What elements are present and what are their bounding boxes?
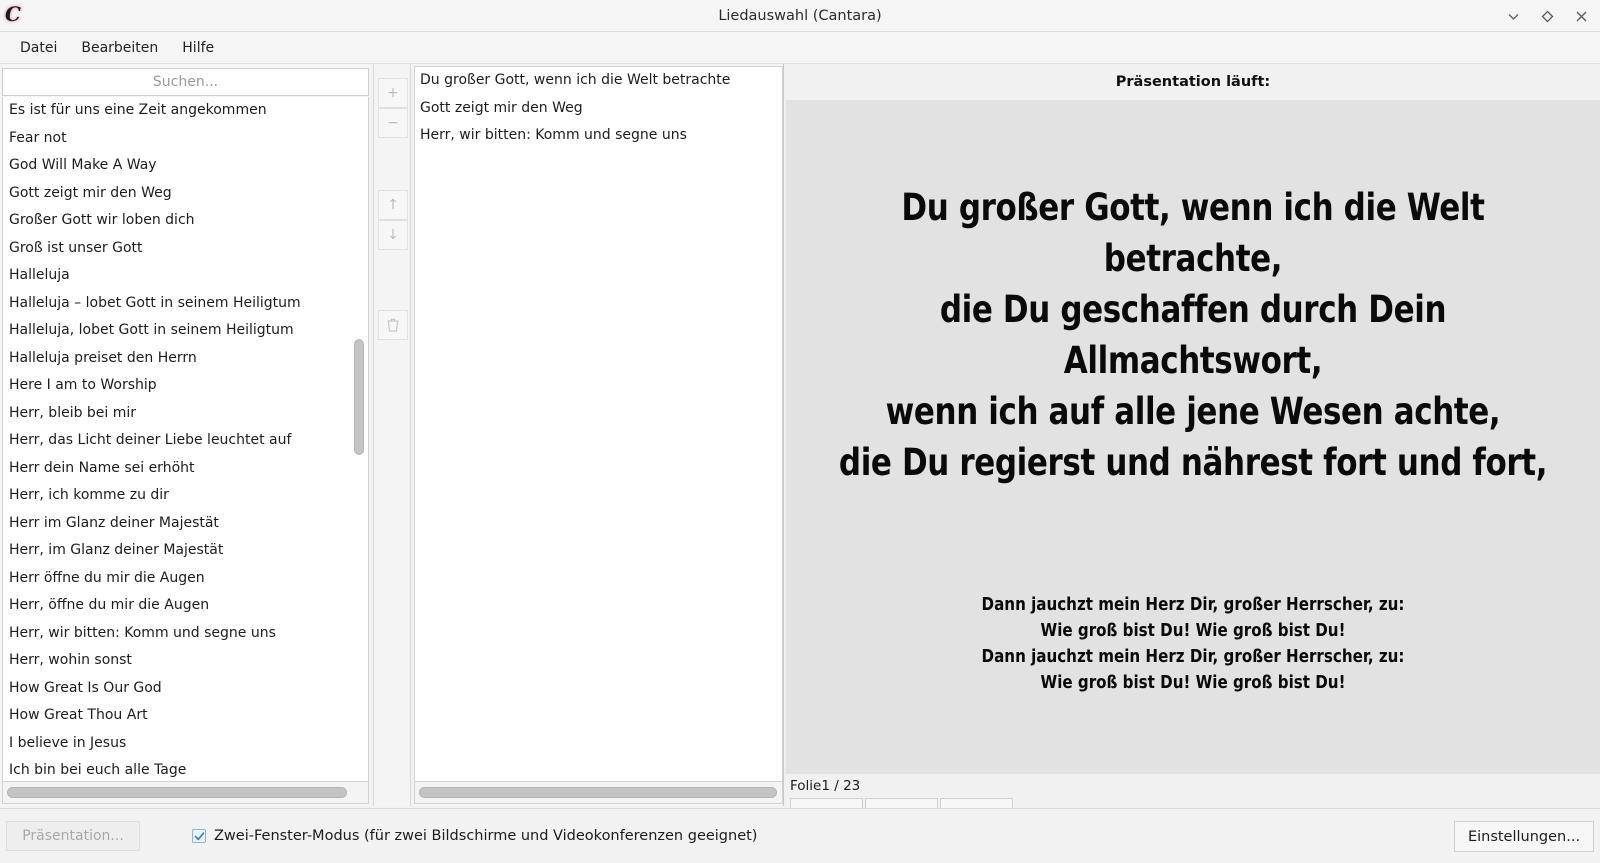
delete-all-button[interactable]: [378, 310, 408, 340]
trash-icon: [387, 318, 399, 332]
two-window-mode-label: Zwei-Fenster-Modus (für zwei Bildschirme…: [214, 828, 758, 844]
selected-songs-pane: Du großer Gott, wenn ich die Welt betrac…: [412, 64, 783, 806]
search-input[interactable]: Suchen...: [2, 68, 369, 96]
song-library-list[interactable]: Es ist für uns eine Zeit angekommen Fear …: [2, 97, 369, 782]
library-list-item[interactable]: Ich bin bei euch alle Tage: [3, 757, 368, 781]
presentation-pane: Präsentation läuft: Du großer Gott, wenn…: [786, 64, 1600, 830]
library-list-item[interactable]: Fear not: [3, 125, 368, 153]
library-list-item[interactable]: Herr, öffne du mir die Augen: [3, 592, 368, 620]
menu-item-hilfe[interactable]: Hilfe: [172, 36, 224, 60]
song-library-pane: Suchen... Es ist für uns eine Zeit angek…: [0, 64, 371, 806]
library-list-item[interactable]: Es ist für uns eine Zeit angekommen: [3, 97, 368, 125]
move-up-button[interactable]: ↑: [378, 190, 408, 220]
library-list-item[interactable]: Herr dein Name sei erhöht: [3, 455, 368, 483]
library-list-item[interactable]: Halleluja: [3, 262, 368, 290]
slide-verse-line: die Du regierst und nährest fort und for…: [838, 441, 1548, 484]
slide-chorus-text: Dann jauchzt mein Herz Dir, großer Herrs…: [802, 592, 1583, 696]
app-window: C Liedauswahl (Cantara) Datei Bearbeiten…: [0, 0, 1600, 863]
slide-chorus-line: Wie groß bist Du! Wie groß bist Du!: [1040, 673, 1346, 693]
library-horizontal-scrollbar[interactable]: [2, 782, 369, 804]
maximize-icon[interactable]: [1536, 5, 1558, 27]
slide-verse-line: betrachte,: [1103, 237, 1283, 280]
presentation-status-label: Präsentation läuft:: [786, 64, 1600, 100]
close-icon[interactable]: [1570, 5, 1592, 27]
library-list-item[interactable]: Herr, ich komme zu dir: [3, 482, 368, 510]
library-list-item[interactable]: Gott zeigt mir den Weg: [3, 180, 368, 208]
library-hscrollbar-thumb[interactable]: [7, 787, 347, 798]
library-list-item[interactable]: Herr, wir bitten: Komm und segne uns: [3, 620, 368, 648]
slide-verse-line: die Du geschaffen durch Dein: [939, 288, 1447, 331]
selected-list-item[interactable]: Herr, wir bitten: Komm und segne uns: [415, 122, 782, 150]
library-list-item[interactable]: Halleluja, lobet Gott in seinem Heiligtu…: [3, 317, 368, 345]
move-down-button[interactable]: ↓: [378, 220, 408, 250]
library-list-item[interactable]: Halleluja – lobet Gott in seinem Heiligt…: [3, 290, 368, 318]
minimize-icon[interactable]: [1502, 5, 1524, 27]
menu-bar: Datei Bearbeiten Hilfe: [0, 32, 1600, 64]
two-window-mode-checkbox[interactable]: [192, 829, 206, 843]
title-bar: C Liedauswahl (Cantara): [0, 0, 1600, 32]
settings-button[interactable]: Einstellungen...: [1454, 821, 1594, 852]
library-list-item[interactable]: Here I am to Worship: [3, 372, 368, 400]
slide-chorus-line: Dann jauchzt mein Herz Dir, großer Herrs…: [981, 595, 1405, 615]
library-list-item[interactable]: Herr im Glanz deiner Majestät: [3, 510, 368, 538]
slide-chorus-line: Wie groß bist Du! Wie groß bist Du!: [1040, 621, 1346, 641]
library-list-item[interactable]: I believe in Jesus: [3, 730, 368, 758]
add-song-button[interactable]: +: [378, 78, 408, 108]
library-list-item[interactable]: Halleluja preiset den Herrn: [3, 345, 368, 373]
library-list-item[interactable]: God Will Make A Way: [3, 152, 368, 180]
menu-item-datei[interactable]: Datei: [10, 36, 67, 60]
slide-counter: Folie1 / 23: [790, 778, 861, 794]
checkmark-icon: [194, 831, 204, 840]
library-list-item[interactable]: Herr, wohin sonst: [3, 647, 368, 675]
slide-verse-text: Du großer Gott, wenn ich die Welt betrach…: [814, 182, 1571, 488]
library-list-item[interactable]: How Great Thou Art: [3, 702, 368, 730]
selected-hscrollbar-thumb[interactable]: [419, 787, 777, 798]
library-list-item[interactable]: Groß ist unser Gott: [3, 235, 368, 263]
selected-list-item[interactable]: Du großer Gott, wenn ich die Welt betrac…: [415, 67, 782, 95]
slide-verse-line: wenn ich auf alle jene Wesen achte,: [885, 390, 1501, 433]
menu-item-bearbeiten[interactable]: Bearbeiten: [71, 36, 168, 60]
slide-verse-line: Allmachtswort,: [1063, 339, 1323, 382]
library-list-item[interactable]: Herr, bleib bei mir: [3, 400, 368, 428]
remove-song-button[interactable]: −: [378, 108, 408, 138]
window-title: Liedauswahl (Cantara): [718, 8, 882, 24]
selected-horizontal-scrollbar[interactable]: [414, 782, 783, 804]
library-list-item[interactable]: Herr, im Glanz deiner Majestät: [3, 537, 368, 565]
library-vertical-scrollbar[interactable]: [353, 97, 365, 781]
selected-songs-list[interactable]: Du großer Gott, wenn ich die Welt betrac…: [414, 66, 783, 782]
bottom-bar: Präsentation... Zwei-Fenster-Modus (für …: [0, 808, 1600, 863]
window-controls: [1502, 0, 1592, 32]
library-list-item[interactable]: How Great Is Our God: [3, 675, 368, 703]
library-list-item[interactable]: Großer Gott wir loben dich: [3, 207, 368, 235]
transfer-button-column: + − ↑ ↓: [373, 64, 411, 806]
two-window-mode-row[interactable]: Zwei-Fenster-Modus (für zwei Bildschirme…: [192, 828, 757, 844]
slide-chorus-line: Dann jauchzt mein Herz Dir, großer Herrs…: [981, 647, 1405, 667]
slide-verse-line: Du großer Gott, wenn ich die Welt: [901, 186, 1485, 229]
start-presentation-button[interactable]: Präsentation...: [6, 821, 140, 851]
selected-list-item[interactable]: Gott zeigt mir den Weg: [415, 95, 782, 123]
library-list-item[interactable]: Herr, das Licht deiner Liebe leuchtet au…: [3, 427, 368, 455]
slide-preview: Du großer Gott, wenn ich die Welt betrach…: [786, 100, 1600, 774]
library-scrollbar-thumb[interactable]: [354, 339, 364, 455]
library-list-item[interactable]: Herr öffne du mir die Augen: [3, 565, 368, 593]
